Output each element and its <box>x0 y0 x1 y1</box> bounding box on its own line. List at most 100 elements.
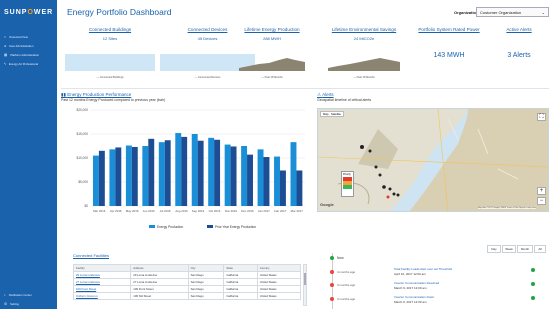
range-month-button[interactable]: Month <box>517 245 533 253</box>
bar-prior-year[interactable] <box>131 146 138 206</box>
timeline-alert-dot[interactable] <box>330 297 334 301</box>
bar-energy-production[interactable] <box>92 155 99 206</box>
bar-prior-year[interactable] <box>279 170 286 206</box>
kpi-rated-power: Portfolio System Rated Power 143 MWH <box>399 27 499 85</box>
kpi-title[interactable]: Lifetime Energy Production <box>225 27 319 32</box>
bar-energy-production[interactable] <box>224 144 231 206</box>
organization-label: Organization <box>454 10 479 15</box>
bar-energy-production[interactable] <box>158 142 165 206</box>
range-day-button[interactable]: Day <box>487 245 501 253</box>
kpi-title[interactable]: Portfolio System Rated Power <box>399 27 499 32</box>
column-header[interactable]: State <box>223 264 258 272</box>
table-cell: California <box>223 271 258 279</box>
bar-energy-production[interactable] <box>274 156 280 206</box>
legend-label[interactable]: Energy Production <box>157 225 183 229</box>
kpi-value: 288 MWH <box>263 36 281 41</box>
timeline-alert-dot[interactable] <box>330 283 334 287</box>
bar-energy-production[interactable] <box>241 146 248 206</box>
table-cell: 109 Front Street <box>130 285 189 293</box>
organization-select[interactable]: Customer Organization ⌄ <box>476 7 549 17</box>
bar-prior-year[interactable] <box>164 140 171 206</box>
alerts-map[interactable]: Map · Satellite ⛶ + − Priority Google Ma… <box>317 108 549 212</box>
tab-satellite[interactable]: Satellite <box>331 112 341 116</box>
x-tick-label: Nov 2016 <box>225 209 238 213</box>
facility-link[interactable]: 27 Loma Linda Ave <box>72 278 132 286</box>
timeline-event-title[interactable]: Inverter Communication Down <box>394 295 434 299</box>
bar-energy-production[interactable] <box>125 145 132 206</box>
facility-link[interactable]: Uniform Cross Ln <box>72 292 132 300</box>
bar-energy-production[interactable] <box>175 133 182 206</box>
zoom-in-button[interactable]: + <box>537 187 546 195</box>
legend-label[interactable]: Prior Year Energy Production <box>215 225 256 229</box>
table-cell: United States <box>256 292 302 300</box>
range-week-button[interactable]: Week <box>502 245 516 253</box>
bar-prior-year[interactable] <box>115 147 122 206</box>
sidebar-item-energy[interactable]: ϟ Energy Art Professional <box>0 59 57 68</box>
gear-icon: ⚙ <box>4 301 8 306</box>
y-tick-label: $10,000 <box>76 156 88 160</box>
x-tick-label: Jun 2016 <box>143 209 155 213</box>
bar-energy-production[interactable] <box>142 146 149 206</box>
fullscreen-icon[interactable]: ⛶ <box>537 113 546 121</box>
bar-prior-year[interactable] <box>296 170 303 206</box>
facility-link[interactable]: 109 Front Street <box>72 285 132 293</box>
column-header[interactable]: Address <box>130 264 189 272</box>
alerts-panel: ⚠ Alerts Geospatial timeline of critical… <box>317 92 549 242</box>
sidebar-item-users[interactable]: ● User Administration <box>0 41 57 50</box>
facility-link[interactable]: 29 Loma Linda Ave <box>72 271 132 279</box>
tab-map[interactable]: Map <box>323 112 328 116</box>
table-row: Uniform Cross Ln 109 Tell Street San Die… <box>72 292 302 300</box>
x-tick-label: Apr 2016 <box>110 209 122 213</box>
panel-subtitle: Past 12 months Energy Produced compared … <box>61 98 166 102</box>
timeline-alert-dot[interactable] <box>330 270 334 274</box>
sidebar-item-platform[interactable]: ▦ Platform Administration <box>0 50 57 59</box>
range-all-button[interactable]: All <box>534 245 546 253</box>
bar-chart-icon: ▮▮ <box>61 92 66 97</box>
bar-prior-year[interactable] <box>148 138 155 206</box>
connected-facilities-link[interactable]: Connected Facilities <box>73 253 315 258</box>
kpi-legend: — Past 18 Months <box>261 76 283 79</box>
user-icon: ● <box>4 43 7 48</box>
kpi-title[interactable]: Connected Buildings <box>65 27 155 32</box>
y-tick-label: $0 <box>84 204 88 208</box>
bar-prior-year[interactable] <box>263 157 270 206</box>
bar-prior-year[interactable] <box>197 140 204 206</box>
x-tick-label: Mar 2017 <box>291 209 304 213</box>
bar-energy-production[interactable] <box>290 142 297 206</box>
table-row: 27 Loma Linda Ave 27 Loma Linda Ave San … <box>72 278 302 286</box>
sidebar-item-overview[interactable]: ⌂ Overview Pane <box>0 32 57 41</box>
logo: SUNPOWER <box>4 9 54 16</box>
bar-prior-year[interactable] <box>247 154 253 206</box>
table-scrollbar[interactable] <box>303 264 307 306</box>
main-content: Energy Portfolio Dashboard Organization … <box>57 0 549 309</box>
column-header[interactable]: City <box>187 264 225 272</box>
sidebar-item-label: Platform Administration <box>10 52 40 57</box>
timeline-event-title[interactable]: Inverter Communication Resolved <box>394 281 439 285</box>
column-header[interactable]: Country <box>256 264 302 272</box>
zoom-out-button[interactable]: − <box>537 197 546 205</box>
sidebar-item-settings[interactable]: ⚙ Setting <box>0 299 57 308</box>
sidebar-bottom: ♪ Notification Center ⚙ Setting <box>0 290 57 308</box>
column-header[interactable]: Facility <box>72 264 132 272</box>
bell-icon: ♪ <box>4 292 6 297</box>
bar-energy-production[interactable] <box>109 149 116 206</box>
bar-prior-year[interactable] <box>214 139 221 206</box>
divider <box>61 88 549 89</box>
bar-energy-production[interactable] <box>208 137 215 206</box>
sidebar-item-notifications[interactable]: ♪ Notification Center <box>0 290 57 299</box>
bar-energy-production[interactable] <box>257 149 264 206</box>
bar-energy-production[interactable] <box>191 134 198 206</box>
table-cell: San Diego <box>187 285 225 293</box>
kpi-title[interactable]: Active Alerts <box>489 27 549 32</box>
timeline-event-title[interactable]: Total Facility Loads Alert over set Thre… <box>394 267 452 271</box>
scrollbar-thumb[interactable] <box>304 273 306 285</box>
sidebar: SUNPOWER ⌂ Overview Pane ● User Administra… <box>0 0 57 309</box>
bar-prior-year[interactable] <box>230 146 237 206</box>
x-tick-label: Dec 2016 <box>241 209 254 213</box>
timeline-event-date: March 9, 2017 12:00 am <box>394 300 427 304</box>
sidebar-item-label: Setting <box>10 301 19 306</box>
bar-prior-year[interactable] <box>98 150 105 206</box>
bar-prior-year[interactable] <box>181 136 188 206</box>
table-row: 109 Front Street 109 Front Street San Di… <box>72 285 302 293</box>
energy-production-panel: ▮▮ Energy Production Performance Past 12… <box>61 92 311 242</box>
